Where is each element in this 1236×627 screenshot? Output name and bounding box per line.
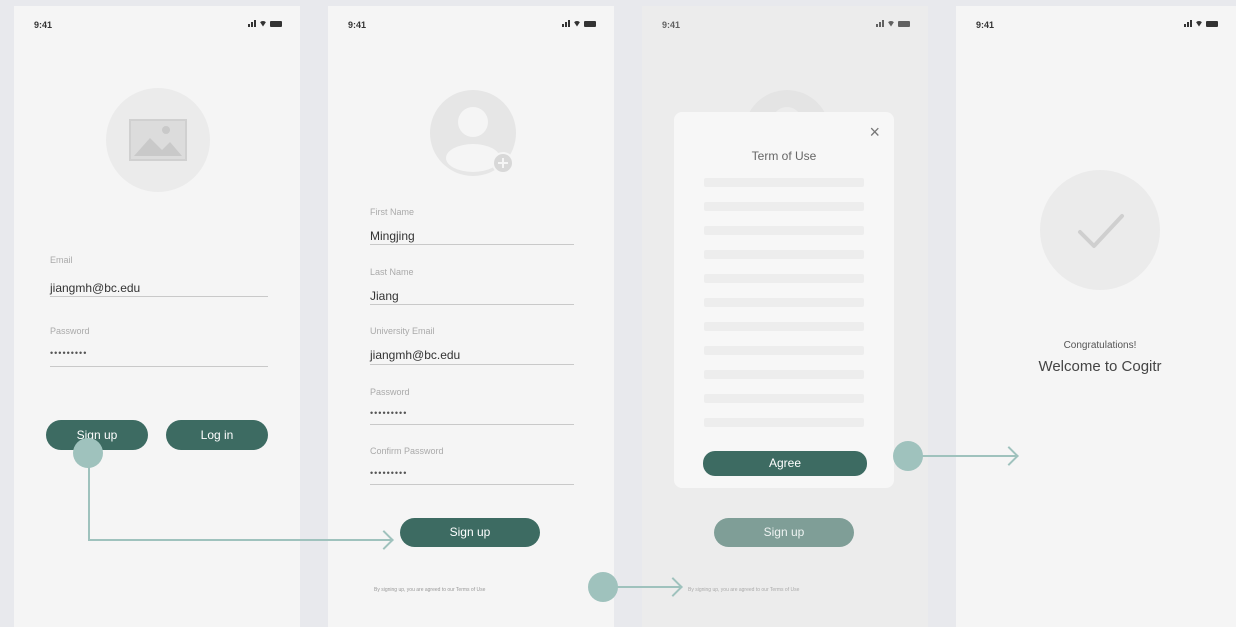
confirm-password-field[interactable]: ••••••••• bbox=[370, 468, 407, 478]
terms-text-line bbox=[704, 418, 864, 427]
agree-button[interactable]: Agree bbox=[703, 451, 867, 476]
terms-text-line bbox=[704, 202, 864, 211]
terms-text-line bbox=[704, 322, 864, 331]
status-icons bbox=[1184, 20, 1218, 27]
flow-connector-dot bbox=[588, 572, 618, 602]
image-placeholder[interactable] bbox=[106, 88, 210, 192]
password-field[interactable]: ••••••••• bbox=[50, 348, 87, 358]
signal-icon bbox=[1184, 20, 1192, 27]
university-email-underline bbox=[370, 364, 574, 365]
email-underline bbox=[50, 296, 268, 297]
university-email-label: University Email bbox=[370, 326, 435, 336]
signup-button[interactable]: Sign up bbox=[714, 518, 854, 547]
status-bar: 9:41 bbox=[662, 20, 910, 34]
status-time: 9:41 bbox=[34, 20, 53, 30]
first-name-label: First Name bbox=[370, 207, 415, 217]
email-field[interactable]: jiangmh@bc.edu bbox=[50, 281, 140, 295]
status-bar: 9:41 bbox=[34, 20, 282, 34]
status-icons bbox=[876, 20, 910, 27]
congrats-text: Congratulations! bbox=[1063, 340, 1137, 351]
status-icons bbox=[562, 20, 596, 27]
avatar-upload[interactable] bbox=[428, 88, 518, 178]
terms-text-line bbox=[704, 226, 864, 235]
flow-connector-dot bbox=[893, 441, 923, 471]
flow-connector-line bbox=[88, 539, 392, 541]
welcome-text: Welcome to Cogitr bbox=[1038, 358, 1162, 375]
wifi-icon bbox=[887, 20, 895, 27]
terms-text-line bbox=[704, 370, 864, 379]
password-field[interactable]: ••••••••• bbox=[370, 408, 407, 418]
terms-modal: × Term of Use Agree bbox=[674, 112, 894, 488]
first-name-underline bbox=[370, 244, 574, 245]
image-icon bbox=[129, 119, 187, 161]
screen-success: 9:41 Congratulations! Welcome to Cogitr bbox=[956, 6, 1236, 627]
success-badge bbox=[1040, 170, 1160, 290]
terms-text[interactable]: By signing up, you are agreed to our Ter… bbox=[374, 587, 485, 593]
last-name-label: Last Name bbox=[370, 267, 414, 277]
wifi-icon bbox=[573, 20, 581, 27]
close-icon[interactable]: × bbox=[869, 122, 880, 143]
email-label: Email bbox=[50, 255, 73, 265]
terms-text-line bbox=[704, 274, 864, 283]
status-bar: 9:41 bbox=[976, 20, 1218, 34]
last-name-field[interactable]: Jiang bbox=[370, 289, 399, 303]
first-name-field[interactable]: Mingjing bbox=[370, 229, 415, 243]
status-time: 9:41 bbox=[348, 20, 367, 30]
battery-icon bbox=[270, 20, 282, 27]
university-email-field[interactable]: jiangmh@bc.edu bbox=[370, 348, 460, 362]
confirm-password-label: Confirm Password bbox=[370, 446, 444, 456]
terms-text-line bbox=[704, 178, 864, 187]
last-name-underline bbox=[370, 304, 574, 305]
battery-icon bbox=[584, 20, 596, 27]
screen-login: 9:41 Email jiangmh@bc.edu Password •••••… bbox=[14, 6, 300, 627]
wifi-icon bbox=[1195, 20, 1203, 27]
terms-text-line bbox=[704, 346, 864, 355]
password-label: Password bbox=[50, 326, 90, 336]
signal-icon bbox=[248, 20, 256, 27]
screen-terms: 9:41 Sign up By signing up, you are agre… bbox=[642, 6, 928, 627]
battery-icon bbox=[898, 20, 910, 27]
terms-text[interactable]: By signing up, you are agreed to our Ter… bbox=[688, 587, 799, 593]
status-time: 9:41 bbox=[662, 20, 681, 30]
terms-text-line bbox=[704, 298, 864, 307]
password-label: Password bbox=[370, 387, 410, 397]
wifi-icon bbox=[259, 20, 267, 27]
terms-text-line bbox=[704, 250, 864, 259]
terms-text-line bbox=[704, 394, 864, 403]
flow-connector-dot bbox=[73, 438, 103, 468]
status-time: 9:41 bbox=[976, 20, 995, 30]
add-photo-icon[interactable] bbox=[492, 152, 514, 174]
confirm-password-underline bbox=[370, 484, 574, 485]
signal-icon bbox=[876, 20, 884, 27]
checkmark-icon bbox=[1078, 214, 1124, 248]
status-bar: 9:41 bbox=[348, 20, 596, 34]
password-underline bbox=[370, 424, 574, 425]
password-underline bbox=[50, 366, 268, 367]
signal-icon bbox=[562, 20, 570, 27]
screen-signup: 9:41 First Name Mingjing Last Name Jiang… bbox=[328, 6, 614, 627]
modal-title: Term of Use bbox=[751, 149, 817, 163]
login-button[interactable]: Log in bbox=[166, 420, 268, 450]
status-icons bbox=[248, 20, 282, 27]
signup-button[interactable]: Sign up bbox=[400, 518, 540, 547]
battery-icon bbox=[1206, 20, 1218, 27]
